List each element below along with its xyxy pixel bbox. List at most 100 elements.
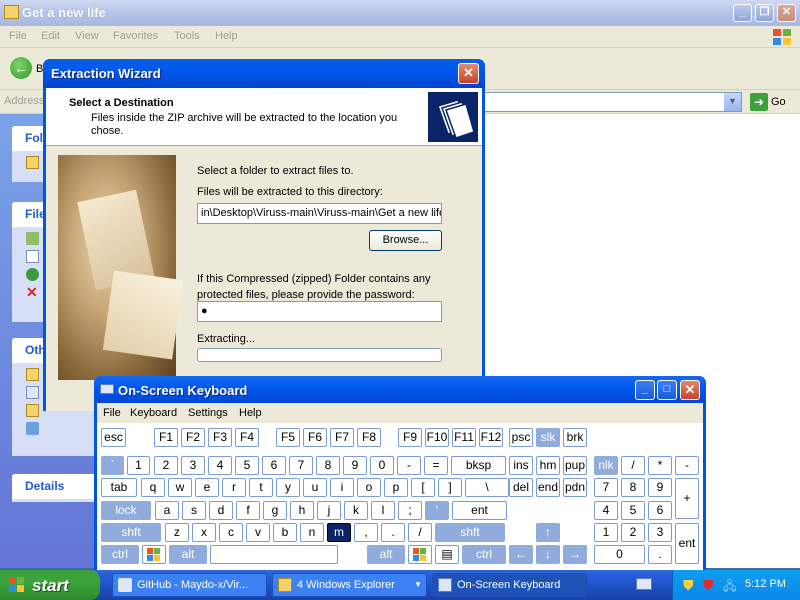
extract-icon[interactable] [26, 232, 39, 245]
osk-key-r1-9[interactable]: F9 [398, 428, 422, 447]
delete-icon[interactable]: ✕ [26, 285, 39, 299]
osk-key-r2-15[interactable]: hm [536, 456, 560, 475]
osk-key-r4-12[interactable]: ent [452, 501, 507, 520]
osk-key-r4-14[interactable]: 5 [621, 501, 645, 520]
minimize-button[interactable]: _ [733, 4, 752, 22]
osk-key-r1-7[interactable]: F7 [330, 428, 354, 447]
taskbar-explorer-group-button[interactable]: 4 Windows Explorer ▼ [272, 573, 427, 597]
osk-key-r1-10[interactable]: F10 [425, 428, 449, 447]
osk-key-r6-0[interactable]: ctrl [101, 545, 139, 564]
taskbar-github-button[interactable]: GitHub - Maydo-x/Vir... [112, 573, 267, 597]
osk-key-r5-15[interactable]: 3 [648, 523, 672, 542]
osk-key-r5-16[interactable]: ent [675, 523, 699, 564]
menu-view[interactable]: View [75, 30, 99, 42]
osk-key-r4-8[interactable]: k [344, 501, 368, 520]
osk-key-r1-14[interactable]: slk [536, 428, 560, 447]
menu-file[interactable]: File [9, 30, 27, 42]
osk-key-r6-8[interactable]: ← [509, 545, 533, 564]
osk-key-r4-2[interactable]: s [182, 501, 206, 520]
osk-key-r3-2[interactable]: w [168, 478, 192, 497]
osk-key-r3-9[interactable]: o [357, 478, 381, 497]
menu-edit[interactable]: Edit [41, 30, 60, 42]
go-arrow-icon[interactable]: ➜ [750, 93, 768, 111]
windows-key-icon[interactable] [142, 545, 166, 564]
osk-key-r2-13[interactable]: bksp [451, 456, 506, 475]
osk-key-r1-0[interactable]: esc [101, 428, 126, 447]
documents-icon[interactable] [26, 386, 39, 399]
osk-key-r2-12[interactable]: = [424, 456, 448, 475]
osk-key-r2-2[interactable]: 2 [154, 456, 178, 475]
osk-key-r3-3[interactable]: e [195, 478, 219, 497]
folder-icon[interactable] [26, 404, 39, 417]
osk-key-r2-7[interactable]: 7 [289, 456, 313, 475]
osk-key-r3-5[interactable]: t [249, 478, 273, 497]
osk-key-r6-4[interactable]: alt [367, 545, 405, 564]
directory-input[interactable]: in\Desktop\Viruss-main\Viruss-main\Get a… [197, 203, 442, 224]
osk-key-r3-11[interactable]: [ [411, 478, 435, 497]
osk-key-r5-6[interactable]: n [300, 523, 324, 542]
osk-key-r2-6[interactable]: 6 [262, 456, 286, 475]
osk-key-r4-7[interactable]: j [317, 501, 341, 520]
go-button[interactable]: Go [771, 96, 786, 108]
osk-key-r3-0[interactable]: tab [101, 478, 137, 497]
osk-key-r2-5[interactable]: 5 [235, 456, 259, 475]
osk-key-r5-7[interactable]: m [327, 523, 351, 542]
osk-key-r2-14[interactable]: ins [509, 456, 533, 475]
osk-key-r2-9[interactable]: 9 [343, 456, 367, 475]
osk-key-r1-11[interactable]: F11 [452, 428, 476, 447]
osk-key-r6-3[interactable] [210, 545, 338, 564]
taskbar-osk-button[interactable]: On-Screen Keyboard [432, 573, 587, 597]
osk-key-r3-19[interactable]: 9 [648, 478, 672, 497]
browse-button[interactable]: Browse... [369, 230, 442, 251]
osk-key-r1-12[interactable]: F12 [479, 428, 503, 447]
osk-maximize-button[interactable]: □ [657, 380, 677, 400]
osk-close-button[interactable]: ✕ [680, 380, 700, 400]
osk-key-r2-16[interactable]: pup [563, 456, 587, 475]
osk-key-r1-6[interactable]: F6 [303, 428, 327, 447]
keyboard-layout-icon[interactable] [636, 578, 652, 590]
osk-key-r4-9[interactable]: l [371, 501, 395, 520]
osk-key-r6-12[interactable]: . [648, 545, 672, 564]
osk-key-r2-17[interactable]: nlk [594, 456, 618, 475]
osk-key-r5-13[interactable]: 1 [594, 523, 618, 542]
osk-key-r3-4[interactable]: r [222, 478, 246, 497]
osk-key-r6-11[interactable]: 0 [594, 545, 645, 564]
osk-key-r2-19[interactable]: * [648, 456, 672, 475]
windows-key-icon[interactable] [408, 545, 432, 564]
osk-key-r3-20[interactable]: + [675, 478, 699, 519]
osk-key-r1-5[interactable]: F5 [276, 428, 300, 447]
security-alert-icon[interactable]: ⛊ [703, 577, 714, 594]
back-button[interactable]: ← [10, 57, 32, 79]
folder-icon[interactable] [26, 368, 39, 381]
wizard-close-button[interactable]: ✕ [458, 63, 479, 84]
osk-key-r5-2[interactable]: x [192, 523, 216, 542]
osk-key-r6-10[interactable]: → [563, 545, 587, 564]
osk-key-r4-3[interactable]: d [209, 501, 233, 520]
osk-key-r5-10[interactable]: / [408, 523, 432, 542]
osk-key-r3-6[interactable]: y [276, 478, 300, 497]
osk-key-r1-13[interactable]: psc [509, 428, 533, 447]
network-icon[interactable]: 🖧 [723, 577, 736, 598]
osk-key-r2-18[interactable]: / [621, 456, 645, 475]
details-header[interactable]: Details [12, 474, 100, 499]
osk-key-r3-7[interactable]: u [303, 478, 327, 497]
osk-key-r1-8[interactable]: F8 [357, 428, 381, 447]
osk-key-r4-1[interactable]: a [155, 501, 179, 520]
osk-key-r4-5[interactable]: g [263, 501, 287, 520]
osk-key-r3-14[interactable]: del [509, 478, 533, 497]
osk-key-r6-7[interactable]: ctrl [462, 545, 506, 564]
osk-key-r5-5[interactable]: b [273, 523, 297, 542]
osk-key-r5-14[interactable]: 2 [621, 523, 645, 542]
osk-key-r4-13[interactable]: 4 [594, 501, 618, 520]
osk-key-r2-1[interactable]: 1 [127, 456, 150, 475]
close-button[interactable]: ✕ [777, 4, 796, 22]
osk-key-r1-2[interactable]: F2 [181, 428, 205, 447]
password-input[interactable]: ● [197, 301, 442, 322]
osk-key-r3-8[interactable]: i [330, 478, 354, 497]
start-button[interactable]: start [0, 570, 100, 600]
osk-key-r1-4[interactable]: F4 [235, 428, 259, 447]
osk-key-r4-0[interactable]: lock [101, 501, 151, 520]
osk-key-r5-3[interactable]: c [219, 523, 243, 542]
chevron-down-icon[interactable]: ▼ [724, 93, 741, 111]
osk-key-r1-3[interactable]: F3 [208, 428, 232, 447]
